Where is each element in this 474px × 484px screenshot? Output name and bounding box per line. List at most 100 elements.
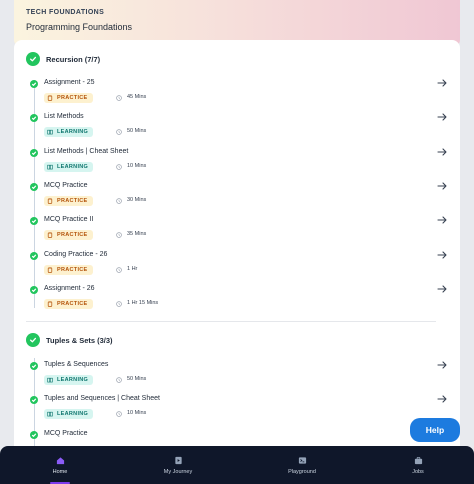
practice-badge: PRACTICE xyxy=(44,265,93,275)
arrow-right-icon[interactable] xyxy=(436,393,448,405)
item-title: Assignment - 25 xyxy=(44,79,95,86)
list-item[interactable]: MCQ Practice II PRACTICE 35 Mins xyxy=(28,216,448,246)
item-title: Tuples & Sequences xyxy=(44,361,109,368)
item-title: List Methods | Cheat Sheet xyxy=(44,148,129,155)
list-item[interactable]: Assignment - 26 PRACTICE 1 Hr 15 Mins xyxy=(28,285,448,315)
arrow-right-icon[interactable] xyxy=(436,111,448,123)
nav-label: Jobs xyxy=(412,468,424,475)
badge-label: LEARNING xyxy=(57,411,89,417)
arrow-right-icon[interactable] xyxy=(436,146,448,158)
nav-label: My Journey xyxy=(163,468,193,475)
complete-check-icon xyxy=(30,431,38,439)
badge-label: LEARNING xyxy=(57,129,89,135)
complete-check-icon xyxy=(30,362,38,370)
badge-label: PRACTICE xyxy=(57,232,88,238)
arrow-right-icon[interactable] xyxy=(436,214,448,226)
terminal-icon xyxy=(298,456,306,464)
section-header-tuples-sets[interactable]: Tuples & Sets (3/3) xyxy=(26,333,113,347)
item-title: MCQ Practice xyxy=(44,430,88,437)
journey-icon xyxy=(174,456,182,464)
item-title: MCQ Practice xyxy=(44,182,88,189)
item-duration: 1 Hr 15 Mins xyxy=(127,300,159,306)
learning-badge: LEARNING xyxy=(44,409,94,419)
clock-icon xyxy=(116,301,122,307)
list-item[interactable]: List Methods LEARNING 50 Mins xyxy=(28,113,448,143)
complete-check-icon xyxy=(30,286,38,294)
complete-check-icon xyxy=(30,183,38,191)
jobs-icon xyxy=(414,456,422,464)
nav-home[interactable]: Home xyxy=(30,446,90,484)
book-icon xyxy=(47,377,53,383)
list-item[interactable]: Assignment - 25 PRACTICE 45 Mins xyxy=(28,79,448,109)
item-duration: 1 Hr xyxy=(127,266,138,272)
badge-label: LEARNING xyxy=(57,377,89,383)
learning-badge: LEARNING xyxy=(44,162,94,172)
item-title: Coding Practice - 26 xyxy=(44,251,108,258)
badge-label: PRACTICE xyxy=(57,267,88,273)
arrow-right-icon[interactable] xyxy=(436,249,448,261)
nav-my-journey[interactable]: My Journey xyxy=(148,446,208,484)
course-title: Programming Foundations xyxy=(26,22,133,32)
complete-check-icon xyxy=(30,396,38,404)
item-title: Tuples and Sequences | Cheat Sheet xyxy=(44,395,160,402)
complete-check-icon xyxy=(30,252,38,260)
arrow-right-icon[interactable] xyxy=(436,77,448,89)
section-title: Tuples & Sets (3/3) xyxy=(46,335,113,345)
clock-icon xyxy=(116,198,122,204)
learning-badge: LEARNING xyxy=(44,375,94,385)
item-duration: 30 Mins xyxy=(127,197,147,203)
complete-check-icon xyxy=(30,114,38,122)
item-duration: 10 Mins xyxy=(127,410,147,416)
clipboard-icon xyxy=(47,267,53,273)
book-icon xyxy=(47,164,53,170)
section-complete-icon xyxy=(26,333,40,347)
arrow-right-icon[interactable] xyxy=(436,359,448,371)
item-duration: 35 Mins xyxy=(127,231,147,237)
item-duration: 45 Mins xyxy=(127,94,147,100)
badge-label: PRACTICE xyxy=(57,95,88,101)
nav-playground[interactable]: Playground xyxy=(272,446,332,484)
clock-icon xyxy=(116,129,122,135)
item-duration: 50 Mins xyxy=(127,376,147,382)
course-content-card: Recursion (7/7) Assignment - 25 PRACTICE… xyxy=(14,40,460,450)
item-duration: 50 Mins xyxy=(127,128,147,134)
home-icon xyxy=(56,456,64,464)
item-title: MCQ Practice II xyxy=(44,216,94,223)
clock-icon xyxy=(116,232,122,238)
nav-label: Home xyxy=(52,468,68,475)
course-category: TECH FOUNDATIONS xyxy=(26,9,105,16)
arrow-right-icon[interactable] xyxy=(436,180,448,192)
learning-badge: LEARNING xyxy=(44,127,94,137)
clipboard-icon xyxy=(47,232,53,238)
section-header-recursion[interactable]: Recursion (7/7) xyxy=(26,52,100,66)
list-item[interactable]: Tuples and Sequences | Cheat Sheet LEARN… xyxy=(28,395,448,425)
section-complete-icon xyxy=(26,52,40,66)
book-icon xyxy=(47,411,53,417)
badge-label: PRACTICE xyxy=(57,301,88,307)
clipboard-icon xyxy=(47,301,53,307)
clock-icon xyxy=(116,411,122,417)
list-item[interactable]: List Methods | Cheat Sheet LEARNING 10 M… xyxy=(28,148,448,178)
clock-icon xyxy=(116,164,122,170)
help-button[interactable]: Help xyxy=(410,418,460,442)
nav-jobs[interactable]: Jobs xyxy=(388,446,448,484)
practice-badge: PRACTICE xyxy=(44,230,93,240)
clock-icon xyxy=(116,95,122,101)
clipboard-icon xyxy=(47,198,53,204)
section-title: Recursion (7/7) xyxy=(46,54,101,64)
practice-badge: PRACTICE xyxy=(44,93,93,103)
practice-badge: PRACTICE xyxy=(44,196,93,206)
badge-label: PRACTICE xyxy=(57,198,88,204)
practice-badge: PRACTICE xyxy=(44,299,93,309)
item-duration: 10 Mins xyxy=(127,163,147,169)
arrow-right-icon[interactable] xyxy=(436,283,448,295)
list-item[interactable]: Coding Practice - 26 PRACTICE 1 Hr xyxy=(28,251,448,281)
section-divider xyxy=(26,321,436,322)
item-title: List Methods xyxy=(44,113,84,120)
complete-check-icon xyxy=(30,149,38,157)
complete-check-icon xyxy=(30,80,38,88)
clock-icon xyxy=(116,377,122,383)
list-item[interactable]: MCQ Practice PRACTICE 30 Mins xyxy=(28,182,448,212)
badge-label: LEARNING xyxy=(57,164,89,170)
list-item[interactable]: Tuples & Sequences LEARNING 50 Mins xyxy=(28,361,448,391)
